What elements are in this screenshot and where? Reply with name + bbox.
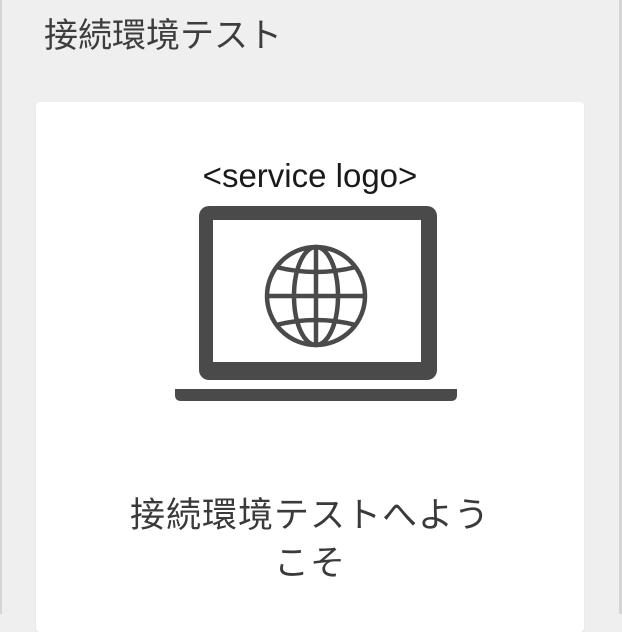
welcome-message-line1: 接続環境テストへよう — [129, 496, 490, 536]
frame-edge-left — [0, 0, 2, 614]
page-title: 接続環境テスト — [44, 16, 282, 56]
welcome-message-line2: こそ — [273, 544, 346, 584]
welcome-card: <service logo> 接続環境テストへよう こそ — [36, 102, 584, 632]
laptop-globe-icon — [175, 206, 457, 401]
welcome-message: 接続環境テストへよう こそ — [76, 492, 544, 588]
service-logo-placeholder: <service logo> — [202, 157, 418, 194]
